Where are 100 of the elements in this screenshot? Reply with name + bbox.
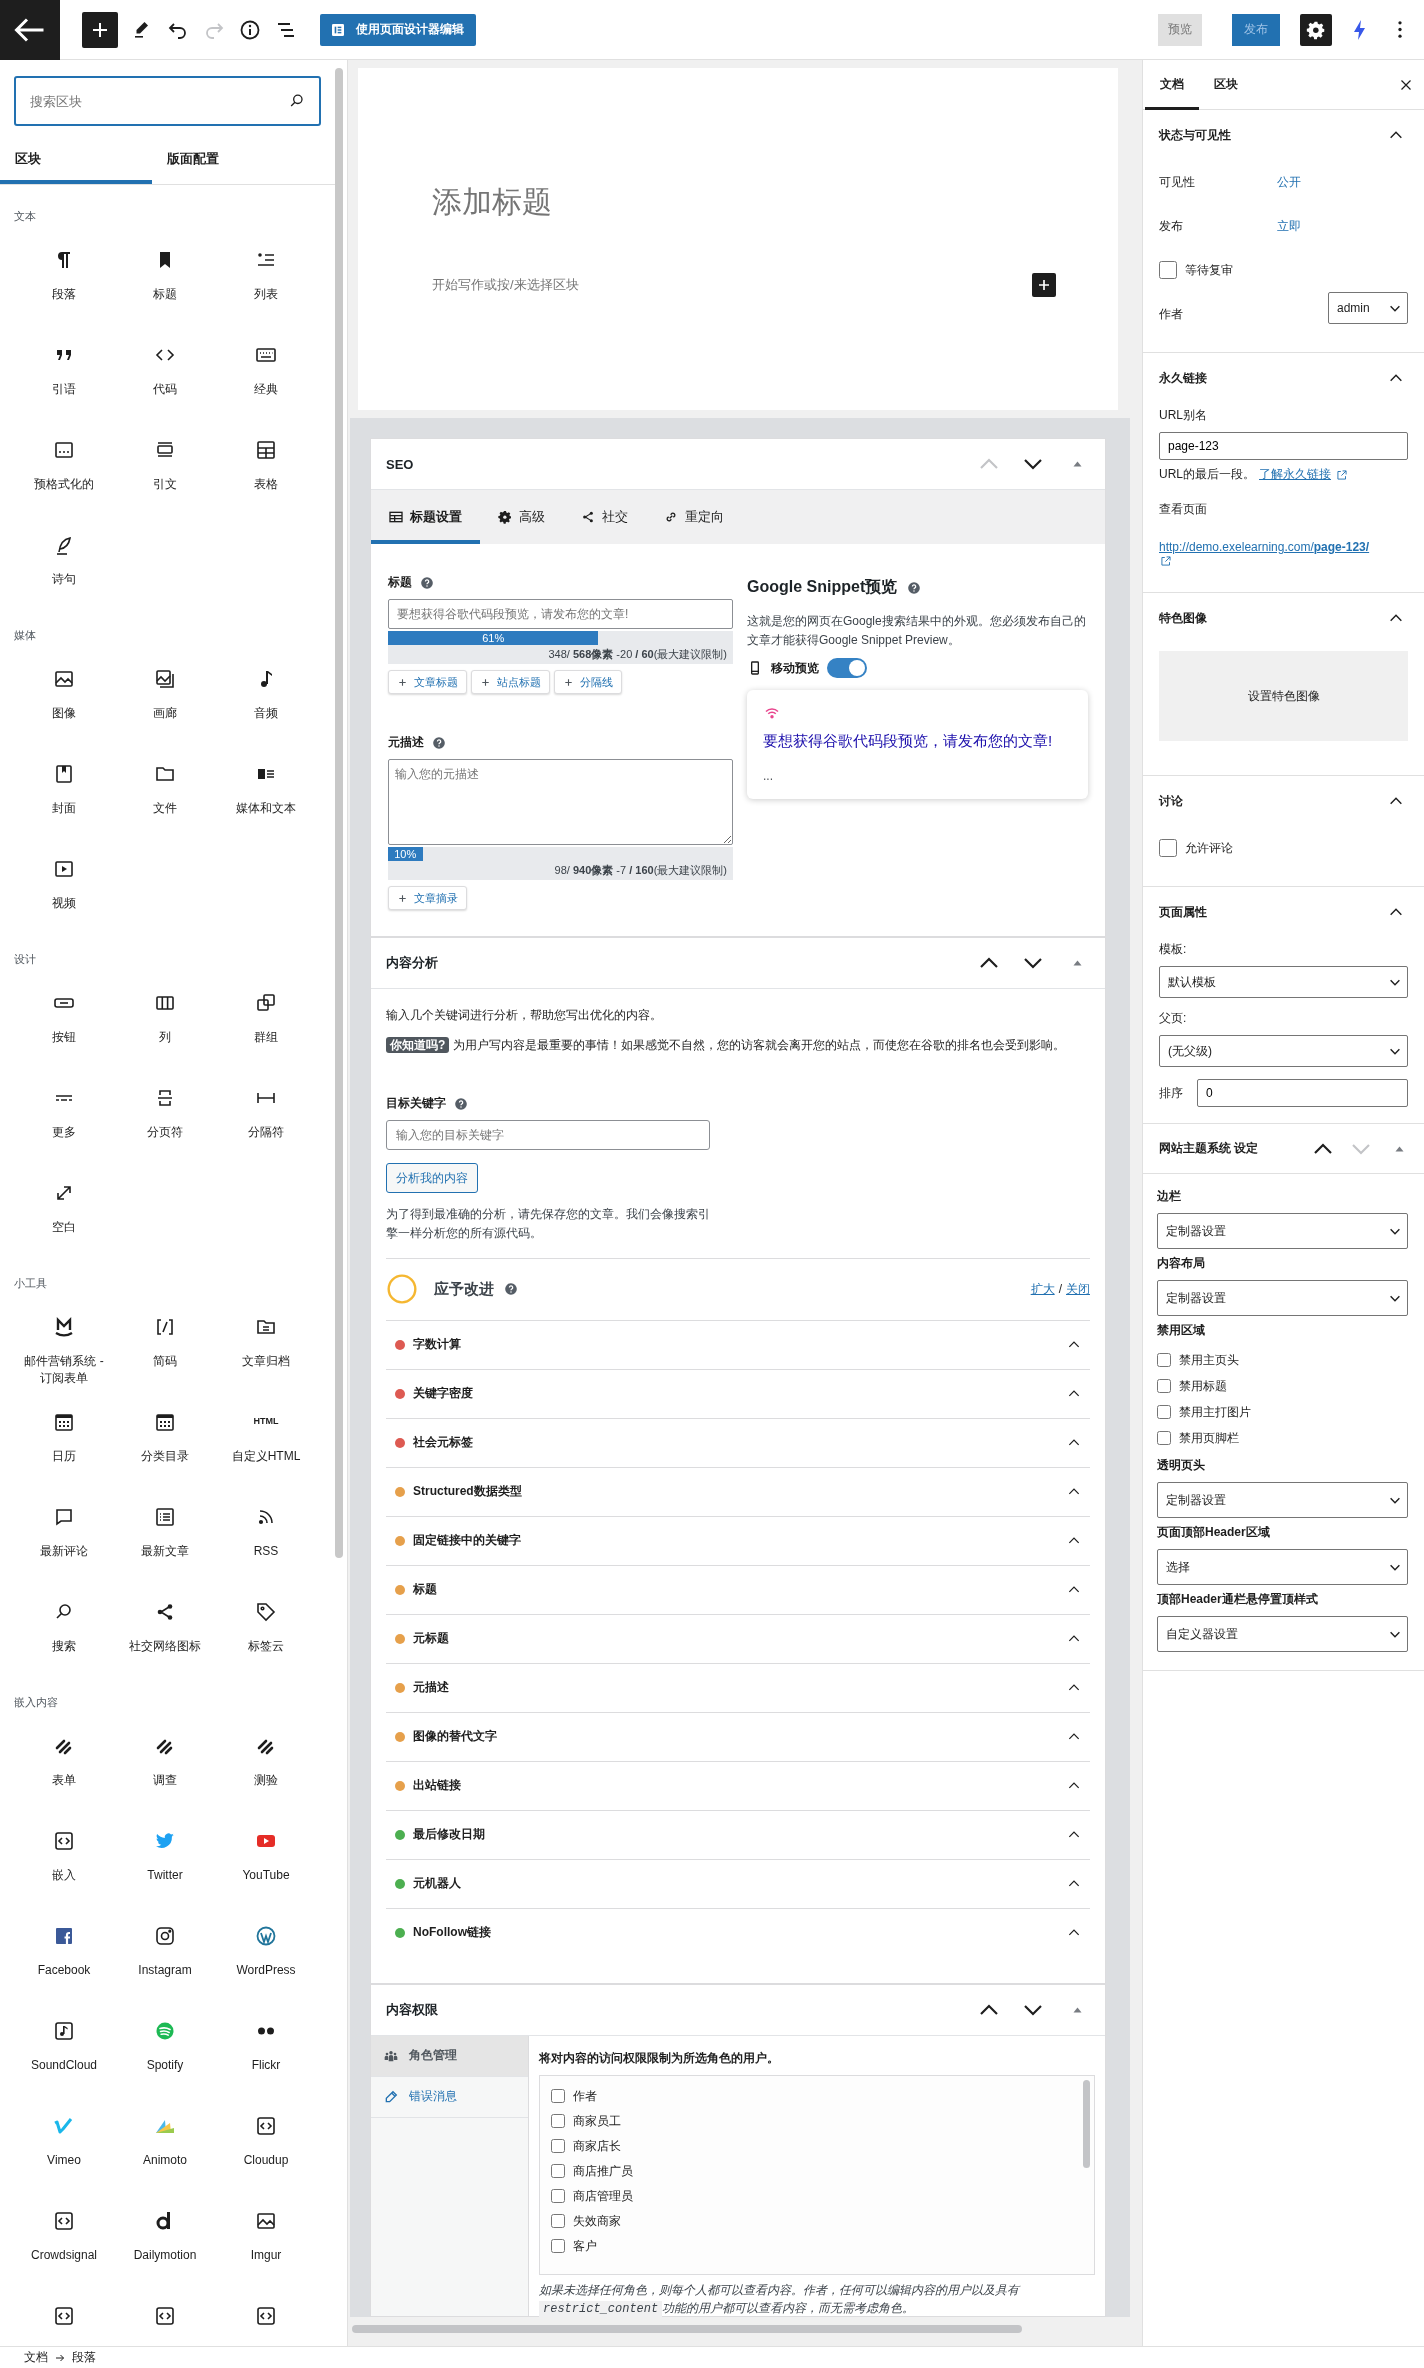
checkbox[interactable] bbox=[1159, 839, 1177, 857]
block-item[interactable]: 视频 bbox=[14, 847, 114, 942]
block-item[interactable]: 最新评论 bbox=[14, 1495, 114, 1590]
checkbox[interactable] bbox=[551, 2189, 565, 2204]
dropdown[interactable]: 默认模板 bbox=[1159, 966, 1408, 998]
block-item[interactable]: 群组 bbox=[216, 981, 316, 1076]
block-item[interactable]: 日历 bbox=[14, 1400, 114, 1495]
check-item[interactable]: NoFollow链接 bbox=[386, 1907, 1090, 1957]
checkbox[interactable] bbox=[1157, 1379, 1171, 1393]
block-item[interactable]: Flickr bbox=[216, 2009, 316, 2104]
block-item[interactable]: 预格式化的 bbox=[14, 428, 114, 523]
block-item[interactable]: Instagram bbox=[115, 1914, 215, 2009]
analyze-button[interactable]: 分析我的内容 bbox=[386, 1163, 478, 1194]
block-item[interactable]: Crowdsignal bbox=[14, 2199, 114, 2294]
block-item[interactable]: 引文 bbox=[115, 428, 215, 523]
check-item[interactable]: 关键字密度 bbox=[386, 1368, 1090, 1418]
check-item[interactable]: 图像的替代文字 bbox=[386, 1711, 1090, 1761]
tab[interactable]: 区块 bbox=[1199, 59, 1253, 110]
checkbox[interactable] bbox=[551, 2089, 565, 2104]
block-item[interactable]: 更多 bbox=[14, 1076, 114, 1171]
check-item[interactable]: 元标题 bbox=[386, 1613, 1090, 1663]
block-item[interactable]: 空白 bbox=[14, 1171, 114, 1266]
block-item[interactable]: 邮件营销系统 - 订阅表单 bbox=[14, 1305, 114, 1400]
tab[interactable]: 标题设置 bbox=[371, 490, 480, 544]
block-item[interactable]: 分页符 bbox=[115, 1076, 215, 1171]
block-item[interactable]: Dailymotion bbox=[115, 2199, 215, 2294]
tab[interactable]: 角色管理 bbox=[371, 2035, 528, 2077]
block-item[interactable]: 分隔符 bbox=[216, 1076, 316, 1171]
block-item[interactable]: 封面 bbox=[14, 752, 114, 847]
designer-button[interactable]: 使用页面设计器编辑 bbox=[320, 13, 476, 46]
block-item[interactable]: Facebook bbox=[14, 1914, 114, 2009]
learn-more-link[interactable]: 了解永久链接 bbox=[1259, 466, 1331, 483]
block-item[interactable]: 引语 bbox=[14, 333, 114, 428]
tab[interactable]: 重定向 bbox=[646, 490, 742, 544]
tab[interactable]: 社交 bbox=[563, 490, 646, 544]
check-item[interactable]: Structured数据类型 bbox=[386, 1466, 1090, 1516]
check-item[interactable]: 字数计算 bbox=[386, 1319, 1090, 1369]
checkbox[interactable] bbox=[551, 2114, 565, 2129]
block-item[interactable]: Animoto bbox=[115, 2104, 215, 2199]
set-featured-image-button[interactable]: 设置特色图像 bbox=[1159, 651, 1408, 741]
block-item[interactable]: 调查 bbox=[115, 1724, 215, 1819]
block-item[interactable]: Cloudup bbox=[216, 2104, 316, 2199]
check-item[interactable]: 出站链接 bbox=[386, 1760, 1090, 1810]
check-item[interactable]: 最后修改日期 bbox=[386, 1809, 1090, 1859]
block-item[interactable]: 列 bbox=[115, 981, 215, 1076]
dropdown[interactable]: 定制器设置 bbox=[1157, 1213, 1408, 1249]
block-item[interactable]: Vimeo bbox=[14, 2104, 114, 2199]
scrollbar[interactable] bbox=[352, 2324, 1022, 2333]
block-item[interactable]: 表单 bbox=[14, 1724, 114, 1819]
insert-variable-button[interactable]: 文章标题 bbox=[388, 670, 467, 694]
check-item[interactable]: 标题 bbox=[386, 1564, 1090, 1614]
preview-title[interactable]: 要想获得谷歌代码段预览，请发布您的文章! bbox=[763, 732, 1072, 752]
dropdown[interactable]: 选择 bbox=[1157, 1549, 1408, 1585]
visibility-link[interactable]: 公开 bbox=[1277, 173, 1301, 191]
check-item[interactable]: 固定链接中的关键字 bbox=[386, 1515, 1090, 1565]
block-item[interactable]: 文件 bbox=[115, 752, 215, 847]
block-item[interactable]: 列表 bbox=[216, 238, 316, 333]
block-item[interactable]: RSS bbox=[216, 1495, 316, 1590]
tab[interactable]: 版面配置 bbox=[152, 134, 304, 184]
slug-field[interactable]: page-123 bbox=[1159, 432, 1408, 460]
dropdown[interactable]: 自定义器设置 bbox=[1157, 1616, 1408, 1652]
block-item[interactable]: YouTube bbox=[216, 1819, 316, 1914]
block-item[interactable]: 文章归档 bbox=[216, 1305, 316, 1400]
breadcrumb-item[interactable]: 文档 bbox=[24, 2349, 48, 2366]
check-item[interactable]: 元机器人 bbox=[386, 1858, 1090, 1908]
check-item[interactable]: 元描述 bbox=[386, 1662, 1090, 1712]
back-button[interactable] bbox=[0, 0, 60, 60]
block-item[interactable]: Twitter bbox=[115, 1819, 215, 1914]
checkbox[interactable] bbox=[1157, 1431, 1171, 1445]
block-item[interactable]: 嵌入 bbox=[14, 1819, 114, 1914]
checkbox[interactable] bbox=[1157, 1405, 1171, 1419]
block-item[interactable]: 表格 bbox=[216, 428, 316, 523]
block-item[interactable]: 社交网络图标 bbox=[115, 1590, 215, 1685]
block-item[interactable]: 测验 bbox=[216, 1724, 316, 1819]
breadcrumb-item[interactable]: 段落 bbox=[72, 2349, 96, 2366]
scrollbar[interactable] bbox=[1083, 2079, 1090, 2168]
block-item[interactable]: 媒体和文本 bbox=[216, 752, 316, 847]
add-block-button[interactable] bbox=[1032, 273, 1056, 297]
checkbox[interactable] bbox=[1159, 261, 1177, 279]
block-item[interactable]: 诗句 bbox=[14, 523, 114, 618]
checkbox[interactable] bbox=[1157, 1353, 1171, 1367]
preview-button[interactable]: 预览 bbox=[1158, 13, 1202, 46]
dropdown[interactable]: 定制器设置 bbox=[1157, 1482, 1408, 1518]
block-item[interactable]: SoundCloud bbox=[14, 2009, 114, 2104]
toggle-switch[interactable] bbox=[827, 658, 867, 679]
checkbox[interactable] bbox=[551, 2239, 565, 2254]
search-field[interactable]: 搜索区块 bbox=[14, 76, 321, 126]
description-field[interactable]: 输入您的元描述 bbox=[388, 759, 733, 845]
settings-button[interactable] bbox=[1300, 13, 1332, 46]
block-item[interactable]: 经典 bbox=[216, 333, 316, 428]
block-item[interactable]: 段落 bbox=[14, 238, 114, 333]
dropdown[interactable]: admin bbox=[1328, 292, 1408, 324]
block-item[interactable]: 标签云 bbox=[216, 1590, 316, 1685]
insert-variable-button[interactable]: 文章摘录 bbox=[388, 886, 467, 910]
block-item[interactable]: 画廊 bbox=[115, 657, 215, 752]
order-field[interactable]: 0 bbox=[1197, 1079, 1408, 1107]
check-item[interactable]: 社会元标签 bbox=[386, 1417, 1090, 1467]
tab[interactable]: 高级 bbox=[480, 490, 563, 544]
dropdown[interactable]: 定制器设置 bbox=[1157, 1280, 1408, 1316]
block-item[interactable]: Spotify bbox=[115, 2009, 215, 2104]
